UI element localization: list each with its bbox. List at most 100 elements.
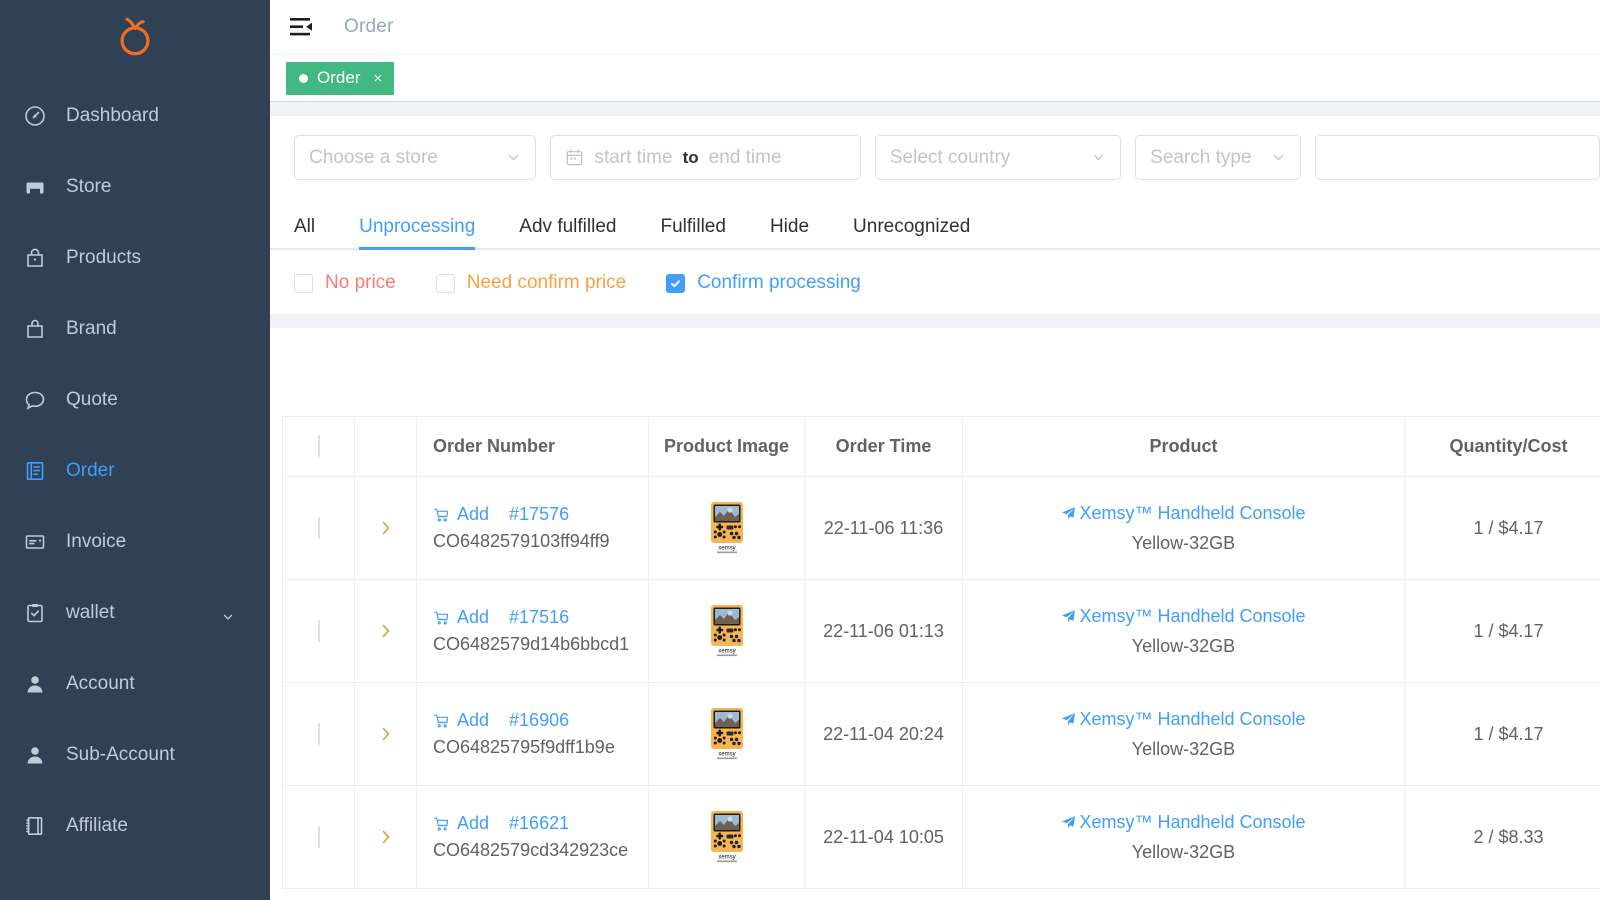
product-image-cell: xemsy: [648, 476, 805, 580]
add-label: Add: [457, 710, 490, 730]
affiliate-book-icon: [22, 813, 48, 839]
add-to-cart-button[interactable]: Add: [433, 710, 489, 731]
chevron-right-icon[interactable]: [355, 725, 416, 743]
row-select-cell: [282, 579, 355, 683]
cart-icon: [434, 508, 449, 521]
separator-band-mid: [270, 314, 1600, 328]
product-name-text: Xemsy™ Handheld Console: [1079, 502, 1306, 523]
checkbox-need-confirm-price[interactable]: Need confirm price: [435, 272, 627, 294]
order-time-cell: 22-11-04 10:05: [804, 785, 963, 889]
sidebar-item-wallet[interactable]: wallet: [0, 577, 270, 648]
table-header-row: Order Number Product Image Order Time Pr…: [282, 416, 1600, 477]
tab-hide[interactable]: Hide: [748, 217, 831, 248]
row-expand-cell[interactable]: [354, 476, 417, 580]
tab-unrecognized[interactable]: Unrecognized: [831, 217, 992, 248]
product-name-link[interactable]: Xemsy™ Handheld Console: [1061, 709, 1306, 730]
chevron-down-icon[interactable]: [222, 607, 234, 620]
sub-account-user-icon: [22, 742, 48, 768]
invoice-icon: [22, 529, 48, 555]
close-icon[interactable]: ×: [373, 71, 382, 86]
search-type-value: Search type: [1150, 146, 1252, 168]
sidebar-item-store[interactable]: Store: [0, 151, 270, 222]
brand-bag-icon: [22, 316, 48, 342]
table-row[interactable]: Add #17516 CO6482579d14b6bbcd1 xemsy 22-…: [282, 579, 1600, 683]
product-name-text: Xemsy™ Handheld Console: [1079, 605, 1306, 626]
orders-table-wrap: Order Number Product Image Order Time Pr…: [270, 328, 1600, 900]
product-name-link[interactable]: Xemsy™ Handheld Console: [1061, 812, 1306, 833]
svg-text:xemsy: xemsy: [718, 752, 735, 758]
product-name-link[interactable]: Xemsy™ Handheld Console: [1061, 605, 1306, 627]
tab-adv-fulfilled[interactable]: Adv fulfilled: [497, 217, 638, 248]
select-all-checkbox[interactable]: [317, 435, 320, 457]
search-input[interactable]: [1315, 135, 1600, 180]
tab-all[interactable]: All: [294, 217, 337, 248]
checkbox-confirm-processing[interactable]: Confirm processing: [666, 272, 861, 294]
table-row[interactable]: Add #17576 CO6482579103ff94ff9 xemsy 22-…: [282, 476, 1600, 580]
chevron-right-icon[interactable]: [355, 828, 416, 846]
table-row[interactable]: Add #16906 CO64825795f9dff1b9e xemsy 22-…: [282, 682, 1600, 786]
product-variant: Yellow-32GB: [1131, 635, 1236, 656]
tab-label: Fulfilled: [660, 216, 726, 237]
status-tabs: All Unprocessing Adv fulfilled Fulfilled…: [270, 198, 1600, 250]
orange-fruit-logo-icon: [120, 17, 150, 56]
checkbox-label: Need confirm price: [466, 272, 627, 293]
order-id-link[interactable]: #17516: [509, 607, 569, 628]
row-checkbox[interactable]: [317, 825, 320, 848]
date-range-picker[interactable]: start time to end time: [550, 135, 861, 180]
order-code: CO6482579cd342923ce: [433, 840, 629, 860]
sidebar-item-sub-account[interactable]: Sub-Account: [0, 719, 270, 790]
sidebar-item-label: Order: [66, 459, 115, 481]
svg-text:xemsy: xemsy: [718, 546, 735, 552]
sidebar-item-affiliate[interactable]: Affiliate: [0, 790, 270, 861]
sidebar-item-label: Account: [66, 672, 135, 694]
row-expand-cell[interactable]: [354, 579, 417, 683]
chevron-right-icon[interactable]: [355, 519, 416, 537]
send-plane-icon: [1062, 815, 1076, 828]
sidebar-item-brand[interactable]: Brand: [0, 293, 270, 364]
tab-order[interactable]: Order ×: [286, 61, 395, 95]
checkbox-box[interactable]: [294, 273, 313, 293]
order-id-link[interactable]: #16906: [509, 710, 569, 731]
product-thumbnail-icon[interactable]: xemsy: [706, 707, 748, 761]
checkbox-no-price[interactable]: No price: [294, 272, 396, 294]
filter-bar: Choose a store start time to end time Se…: [270, 116, 1600, 198]
sidebar-item-products[interactable]: Products: [0, 222, 270, 293]
product-name-link[interactable]: Xemsy™ Handheld Console: [1061, 502, 1306, 524]
row-expand-cell[interactable]: [354, 785, 417, 889]
checkbox-box[interactable]: [666, 273, 686, 293]
checkbox-box[interactable]: [435, 273, 455, 293]
search-type-select[interactable]: Search type: [1135, 135, 1302, 180]
row-checkbox[interactable]: [317, 722, 320, 745]
product-thumbnail-icon[interactable]: xemsy: [706, 604, 748, 658]
sidebar-item-label: Quote: [66, 388, 118, 410]
order-id-link[interactable]: #17576: [509, 504, 569, 525]
row-checkbox[interactable]: [317, 619, 320, 642]
end-time-input[interactable]: end time: [709, 147, 782, 169]
add-to-cart-button[interactable]: Add: [433, 504, 489, 525]
product-thumbnail-icon[interactable]: xemsy: [706, 501, 748, 555]
order-id-link[interactable]: #16621: [509, 813, 569, 834]
country-select[interactable]: Select country: [874, 135, 1122, 180]
start-time-input[interactable]: start time: [594, 147, 672, 169]
app-logo[interactable]: [0, 0, 270, 72]
check-icon: [671, 279, 681, 287]
sidebar-item-order[interactable]: Order: [0, 435, 270, 506]
add-to-cart-button[interactable]: Add: [433, 607, 489, 628]
store-select[interactable]: Choose a store: [294, 135, 537, 180]
sidebar-item-account[interactable]: Account: [0, 648, 270, 719]
cart-icon: [434, 817, 449, 830]
table-row[interactable]: Add #16621 CO6482579cd342923ce xemsy 22-…: [282, 785, 1600, 889]
sidebar-item-dashboard[interactable]: Dashboard: [0, 80, 270, 151]
sidebar-item-invoice[interactable]: Invoice: [0, 506, 270, 577]
sidebar-item-quote[interactable]: Quote: [0, 364, 270, 435]
row-checkbox[interactable]: [317, 516, 320, 539]
tab-fulfilled[interactable]: Fulfilled: [638, 217, 747, 248]
add-to-cart-button[interactable]: Add: [433, 813, 489, 834]
tab-label: Unrecognized: [853, 216, 971, 237]
row-expand-cell[interactable]: [354, 682, 417, 786]
chevron-right-icon[interactable]: [355, 622, 416, 640]
product-thumbnail-icon[interactable]: xemsy: [706, 810, 748, 864]
app-root: Dashboard Store Products Brand Quote Ord…: [0, 0, 1600, 900]
menu-fold-icon[interactable]: [284, 10, 318, 44]
tab-unprocessing[interactable]: Unprocessing: [337, 217, 497, 250]
